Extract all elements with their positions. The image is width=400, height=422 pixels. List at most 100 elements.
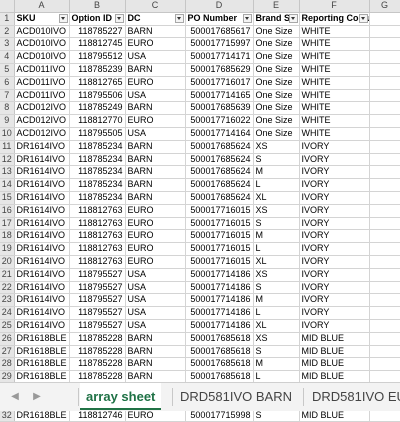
cell-reporting-colour[interactable]: IVORY [299,268,370,282]
cell-brand-size[interactable]: One Size [253,101,300,116]
cell-dc[interactable]: BARN [125,101,186,116]
empty-cell[interactable] [369,165,400,180]
filter-dropdown-icon[interactable] [288,13,298,23]
cell-brand-size[interactable]: XS [253,140,300,154]
empty-cell[interactable] [369,332,400,346]
cell-sku[interactable]: DR1614IVO [14,306,70,320]
row-number[interactable]: 12 [0,153,15,167]
cell-po-number[interactable]: 500017685639 [185,101,254,116]
row-number[interactable]: 4 [0,50,15,64]
empty-cell[interactable] [369,37,400,52]
tab-array-sheet[interactable]: array sheet [80,383,162,410]
cell-sku[interactable]: DR1614IVO [14,281,70,295]
cell-sku[interactable]: DR1614IVO [14,242,70,256]
cell-brand-size[interactable]: XL [253,255,300,269]
cell-sku[interactable]: DR1618BLE [14,345,70,359]
cell-option-id[interactable]: 118795527 [69,281,126,295]
cell-po-number[interactable]: 500017714186 [185,293,254,308]
cell-option-id[interactable]: 118795512 [69,50,126,64]
column-header-g[interactable]: G [369,0,400,13]
cell-sku[interactable]: DR1614IVO [14,140,70,154]
cell-brand-size[interactable]: One Size [253,37,300,52]
empty-cell[interactable] [369,306,400,320]
cell-dc[interactable]: USA [125,306,186,320]
cell-sku[interactable]: DR1614IVO [14,165,70,180]
cell-po-number[interactable]: 500017685624 [185,165,254,180]
cell-brand-size[interactable]: L [253,242,300,256]
empty-cell[interactable] [369,153,400,167]
cell-dc[interactable]: USA [125,268,186,282]
cell-po-number[interactable]: 500017716017 [185,76,254,90]
row-number[interactable]: 17 [0,217,15,231]
cell-dc[interactable]: BARN [125,357,186,372]
row-number[interactable]: 21 [0,268,15,282]
empty-cell[interactable] [369,191,400,205]
cell-dc[interactable]: BARN [125,191,186,205]
cell-brand-size[interactable]: L [253,306,300,320]
cell-sku[interactable]: DR1614IVO [14,178,70,192]
cell-sku[interactable]: ACD011IVO [14,76,70,90]
empty-cell[interactable] [369,281,400,295]
cell-po-number[interactable]: 500017685618 [185,357,254,372]
empty-cell[interactable] [369,50,400,64]
cell-sku[interactable]: ACD012IVO [14,101,70,116]
cell-sku[interactable]: ACD011IVO [14,89,70,103]
row-number[interactable]: 10 [0,127,15,141]
row-number[interactable]: 27 [0,345,15,359]
empty-cell[interactable] [369,345,400,359]
cell-dc[interactable]: EURO [125,204,186,218]
empty-cell[interactable] [369,268,400,282]
cell-po-number[interactable]: 500017685624 [185,191,254,205]
row-number[interactable]: 1 [0,12,15,26]
cell-brand-size[interactable]: XS [253,268,300,282]
row-number[interactable]: 15 [0,191,15,205]
cell-sku[interactable]: DR1614IVO [14,217,70,231]
cell-po-number[interactable]: 500017714186 [185,268,254,282]
cell-brand-size[interactable]: S [253,281,300,295]
cell-option-id[interactable]: 118795505 [69,127,126,141]
cell-brand-size[interactable]: L [253,178,300,192]
cell-reporting-colour[interactable]: IVORY [299,191,370,205]
cell-dc[interactable]: USA [125,281,186,295]
cell-po-number[interactable]: 500017685618 [185,332,254,346]
empty-cell[interactable] [369,12,400,26]
empty-cell[interactable] [369,217,400,231]
cell-sku[interactable]: DR1614IVO [14,319,70,333]
cell-dc[interactable]: BARN [125,140,186,154]
cell-po-number[interactable]: 500017716015 [185,217,254,231]
cell-sku[interactable]: DR1614IVO [14,204,70,218]
cell-po-number[interactable]: 500017685624 [185,153,254,167]
cell-brand-size[interactable]: XS [253,204,300,218]
column-header-e[interactable]: E [253,0,300,13]
cell-brand-size[interactable]: XL [253,191,300,205]
cell-reporting-colour[interactable]: IVORY [299,242,370,256]
empty-cell[interactable] [369,204,400,218]
cell-option-id[interactable]: 118812763 [69,229,126,244]
cell-reporting-colour[interactable]: WHITE [299,25,370,39]
cell-reporting-colour[interactable]: IVORY [299,229,370,244]
filter-dropdown-icon[interactable] [58,13,68,23]
cell-po-number[interactable]: 500017685629 [185,63,254,77]
cell-reporting-colour[interactable]: IVORY [299,281,370,295]
cell-dc[interactable]: EURO [125,229,186,244]
cell-brand-size[interactable]: One Size [253,89,300,103]
cell-dc[interactable]: BARN [125,63,186,77]
column-header-c[interactable]: C [125,0,186,13]
empty-cell[interactable] [369,293,400,308]
cell-reporting-colour[interactable]: IVORY [299,204,370,218]
cell-reporting-colour[interactable]: WHITE [299,101,370,116]
cell-brand-size[interactable]: M [253,165,300,180]
empty-cell[interactable] [369,255,400,269]
cell-dc[interactable]: BARN [125,165,186,180]
cell-po-number[interactable]: 500017685624 [185,178,254,192]
header-cell-reporting-colour[interactable]: Reporting Colou [299,12,370,26]
cell-reporting-colour[interactable]: IVORY [299,306,370,320]
cell-dc[interactable]: BARN [125,332,186,346]
cell-dc[interactable]: EURO [125,37,186,52]
header-cell-dc[interactable]: DC [125,12,186,26]
cell-reporting-colour[interactable]: WHITE [299,76,370,90]
cell-dc[interactable]: EURO [125,76,186,90]
cell-option-id[interactable]: 118795527 [69,293,126,308]
empty-cell[interactable] [369,63,400,77]
empty-cell[interactable] [369,101,400,116]
